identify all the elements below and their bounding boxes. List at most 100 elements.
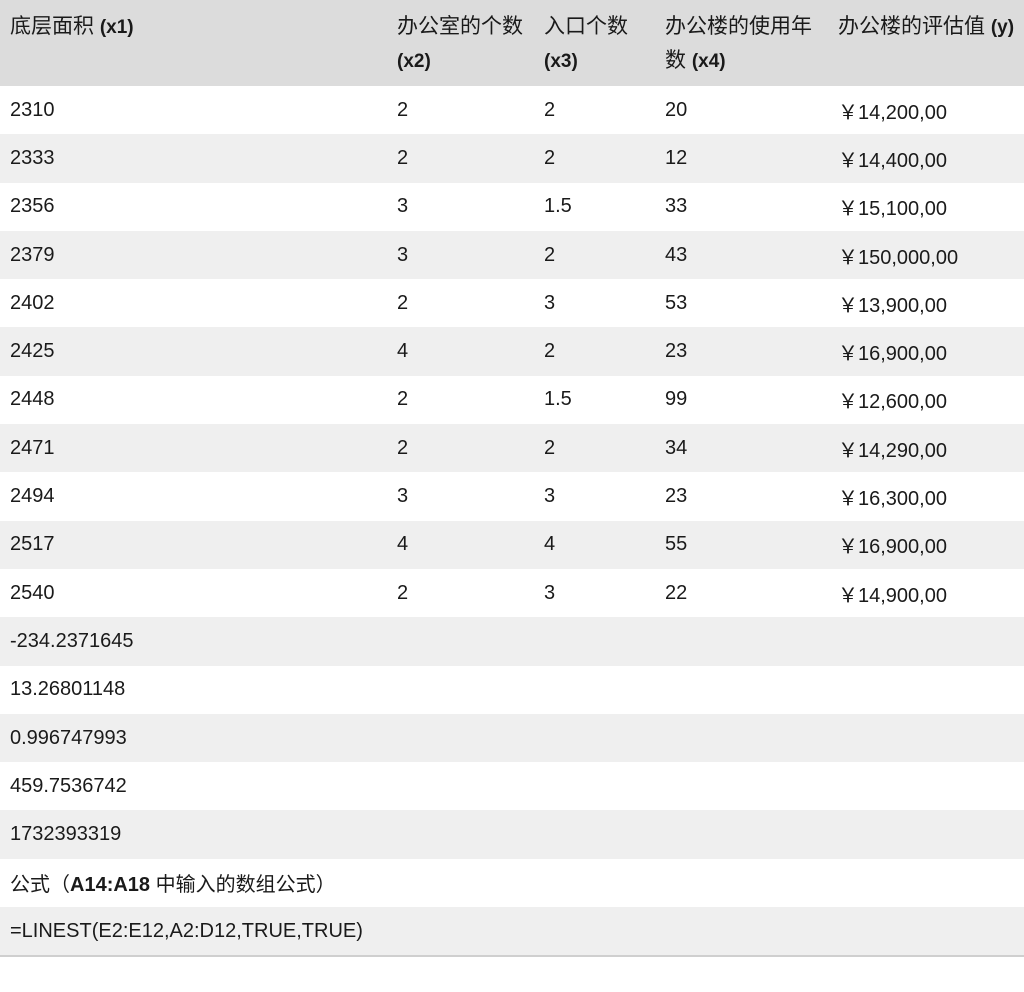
cell[interactable]: 2356 — [0, 183, 387, 231]
empty-cell[interactable] — [387, 714, 534, 762]
cell[interactable]: ￥14,290,00 — [828, 424, 1024, 472]
header-cell-y[interactable]: 办公楼的评估值 (y) — [828, 0, 1024, 86]
cell[interactable]: ￥16,900,00 — [828, 327, 1024, 375]
cell[interactable]: 1.5 — [534, 376, 655, 424]
formula-row: =LINEST(E2:E12,A2:D12,TRUE,TRUE) — [0, 907, 1024, 956]
empty-cell[interactable] — [534, 810, 655, 858]
header-code: (x3) — [544, 51, 578, 72]
cell[interactable]: ￥16,300,00 — [828, 472, 1024, 520]
cell[interactable]: 3 — [534, 279, 655, 327]
cell[interactable]: 3 — [387, 231, 534, 279]
cell[interactable]: 1.5 — [534, 183, 655, 231]
header-label: 办公楼的使用年数 — [665, 15, 812, 72]
cell[interactable]: 33 — [655, 183, 828, 231]
header-cell-x4[interactable]: 办公楼的使用年数 (x4) — [655, 0, 828, 86]
header-cell-x1[interactable]: 底层面积 (x1) — [0, 0, 387, 86]
cell[interactable]: 2 — [387, 569, 534, 617]
cell[interactable]: 2425 — [0, 327, 387, 375]
cell[interactable]: 53 — [655, 279, 828, 327]
cell[interactable]: 22 — [655, 569, 828, 617]
empty-cell[interactable] — [387, 617, 534, 665]
cell[interactable]: 2 — [387, 424, 534, 472]
cell[interactable]: 43 — [655, 231, 828, 279]
cell[interactable]: ￥15,100,00 — [828, 183, 1024, 231]
empty-cell[interactable] — [534, 762, 655, 810]
cell[interactable]: 23 — [655, 327, 828, 375]
empty-cell[interactable] — [534, 666, 655, 714]
cell[interactable]: 99 — [655, 376, 828, 424]
cell[interactable]: 3 — [387, 183, 534, 231]
note-row: 公式（A14:A18 中输入的数组公式） — [0, 858, 1024, 908]
empty-cell[interactable] — [655, 762, 828, 810]
cell[interactable]: 3 — [387, 472, 534, 520]
cell[interactable]: ￥13,900,00 — [828, 279, 1024, 327]
cell[interactable]: 2 — [387, 134, 534, 182]
empty-cell[interactable] — [828, 666, 1024, 714]
cell[interactable]: 3 — [534, 569, 655, 617]
empty-cell[interactable] — [828, 714, 1024, 762]
cell[interactable]: 2517 — [0, 521, 387, 569]
header-code: (x1) — [99, 17, 134, 38]
header-label: 办公室的个数 — [397, 15, 523, 38]
empty-cell[interactable] — [387, 666, 534, 714]
empty-cell[interactable] — [387, 810, 534, 858]
empty-cell[interactable] — [655, 714, 828, 762]
cell[interactable]: 34 — [655, 424, 828, 472]
empty-cell[interactable] — [387, 762, 534, 810]
cell[interactable]: 2310 — [0, 86, 387, 134]
cell[interactable]: 2402 — [0, 279, 387, 327]
empty-cell[interactable] — [534, 714, 655, 762]
empty-cell[interactable] — [534, 617, 655, 665]
result-row: 0.996747993 — [0, 713, 1024, 763]
cell[interactable]: ￥14,400,00 — [828, 134, 1024, 182]
result-cell[interactable]: 1732393319 — [0, 810, 387, 858]
cell[interactable]: 2448 — [0, 376, 387, 424]
cell[interactable]: ￥150,000,00 — [828, 231, 1024, 279]
cell[interactable]: 20 — [655, 86, 828, 134]
empty-cell[interactable] — [655, 617, 828, 665]
cell[interactable]: ￥16,900,00 — [828, 521, 1024, 569]
cell[interactable]: 2494 — [0, 472, 387, 520]
empty-cell[interactable] — [655, 810, 828, 858]
spreadsheet: 底层面积 (x1) 办公室的个数 (x2) 入口个数 (x3) 办公楼的使用年数… — [0, 0, 1024, 956]
table-row: 2310 2 2 20 ￥14,200,00 — [0, 86, 1024, 135]
table-row: 2379 3 2 43 ￥150,000,00 — [0, 230, 1024, 280]
cell[interactable]: 23 — [655, 472, 828, 520]
header-cell-x3[interactable]: 入口个数 (x3) — [534, 0, 655, 86]
cell[interactable]: 4 — [387, 327, 534, 375]
cell[interactable]: 2 — [387, 376, 534, 424]
cell[interactable]: 2379 — [0, 231, 387, 279]
cell[interactable]: 2 — [534, 327, 655, 375]
cell[interactable]: 2471 — [0, 424, 387, 472]
cell[interactable]: 12 — [655, 134, 828, 182]
cell[interactable]: 2 — [534, 424, 655, 472]
formula-note[interactable]: 公式（A14:A18 中输入的数组公式） — [0, 859, 1024, 907]
cell[interactable]: 4 — [534, 521, 655, 569]
cell[interactable]: ￥12,600,00 — [828, 376, 1024, 424]
header-cell-x2[interactable]: 办公室的个数 (x2) — [387, 0, 534, 86]
cell[interactable]: ￥14,200,00 — [828, 86, 1024, 134]
cell[interactable]: ￥14,900,00 — [828, 569, 1024, 617]
result-cell[interactable]: 0.996747993 — [0, 714, 387, 762]
cell[interactable]: 2333 — [0, 134, 387, 182]
result-cell[interactable]: 459.7536742 — [0, 762, 387, 810]
result-row: 1732393319 — [0, 810, 1024, 859]
table-row: 2425 4 2 23 ￥16,900,00 — [0, 327, 1024, 376]
cell[interactable]: 3 — [534, 472, 655, 520]
empty-cell[interactable] — [828, 810, 1024, 858]
result-cell[interactable]: 13.26801148 — [0, 666, 387, 714]
cell[interactable]: 55 — [655, 521, 828, 569]
cell[interactable]: 4 — [387, 521, 534, 569]
result-cell[interactable]: -234.2371645 — [0, 617, 387, 665]
cell[interactable]: 2 — [387, 86, 534, 134]
result-row: -234.2371645 — [0, 617, 1024, 666]
cell[interactable]: 2 — [534, 86, 655, 134]
formula-cell[interactable]: =LINEST(E2:E12,A2:D12,TRUE,TRUE) — [0, 907, 1024, 955]
empty-cell[interactable] — [828, 762, 1024, 810]
cell[interactable]: 2 — [534, 134, 655, 182]
empty-cell[interactable] — [828, 617, 1024, 665]
cell[interactable]: 2 — [387, 279, 534, 327]
cell[interactable]: 2 — [534, 231, 655, 279]
cell[interactable]: 2540 — [0, 569, 387, 617]
empty-cell[interactable] — [655, 666, 828, 714]
